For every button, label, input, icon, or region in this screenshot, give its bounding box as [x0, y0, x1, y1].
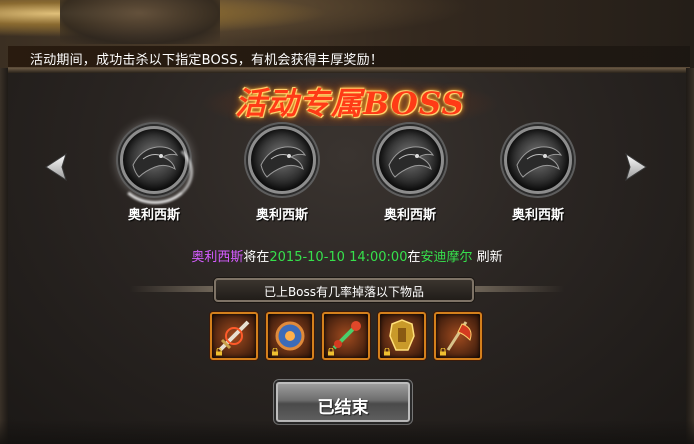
next-arrow-button[interactable]: [624, 152, 648, 182]
ended-button-label: 已结束: [317, 398, 369, 418]
chevron-left-icon: [45, 152, 67, 182]
drop-item-slot[interactable]: [434, 312, 482, 360]
boss-card[interactable]: 奥利西斯: [365, 126, 455, 226]
chevron-right-icon: [625, 152, 647, 182]
boss-name-label: 奥利西斯: [511, 208, 564, 223]
dragon-head-icon: [388, 146, 435, 178]
boss-portrait: [504, 126, 572, 194]
boss-refresh-info: 奥利西斯将在2015-10-10 14:00:00在安迪摩尔 刷新: [0, 246, 694, 265]
boss-card[interactable]: 奥利西斯: [493, 126, 583, 226]
lock-icon: [272, 348, 278, 356]
lock-icon: [384, 348, 390, 356]
drop-item-slot[interactable]: [210, 312, 258, 360]
dragon-head-icon: [260, 146, 307, 178]
boss-name-label: 奥利西斯: [383, 208, 436, 223]
info-refresh-time: 2015-10-10 14:00:00: [269, 250, 408, 265]
drops-banner-ornament-left: [130, 286, 214, 292]
boss-name-label: 奥利西斯: [255, 208, 308, 223]
drops-banner-ornament-right: [474, 286, 564, 292]
page-title: 活动专属BOSS: [235, 86, 465, 122]
drop-item-slot[interactable]: [322, 312, 370, 360]
drops-banner: 已上Boss有几率掉落以下物品: [214, 278, 474, 302]
boss-portrait: [248, 126, 316, 194]
info-location: 安迪摩尔: [420, 250, 473, 265]
ended-button[interactable]: 已结束: [276, 382, 410, 422]
lock-icon: [328, 348, 334, 356]
lock-icon: [440, 348, 446, 356]
drops-banner-label: 已上Boss有几率掉落以下物品: [263, 285, 425, 299]
lock-icon: [216, 348, 222, 356]
prev-arrow-button[interactable]: [44, 152, 68, 182]
boss-card[interactable]: 奥利西斯: [237, 126, 327, 226]
boss-name-label: 奥利西斯: [127, 208, 180, 223]
banner-artwork: [60, 0, 220, 44]
info-text-will-at: 将在: [243, 250, 270, 265]
info-boss-name: 奥利西斯: [191, 250, 244, 265]
drop-item-slot[interactable]: [266, 312, 314, 360]
banner-description: 活动期间，成功击杀以下指定BOSS，有机会获得丰厚奖励！: [30, 53, 384, 68]
selection-glow: [117, 140, 193, 204]
dragon-head-icon: [516, 146, 563, 178]
boss-event-panel: 活动期间，成功击杀以下指定BOSS，有机会获得丰厚奖励！ 活动专属BOSS 奥利…: [0, 0, 694, 444]
frame-top-border: [0, 68, 694, 73]
info-text-refresh: 刷新: [472, 250, 503, 265]
boss-portrait: [376, 126, 444, 194]
boss-card[interactable]: 奥利西斯: [109, 126, 199, 226]
bottom-fade: [0, 420, 694, 444]
drop-item-slot[interactable]: [378, 312, 426, 360]
info-text-at: 在: [407, 250, 421, 265]
